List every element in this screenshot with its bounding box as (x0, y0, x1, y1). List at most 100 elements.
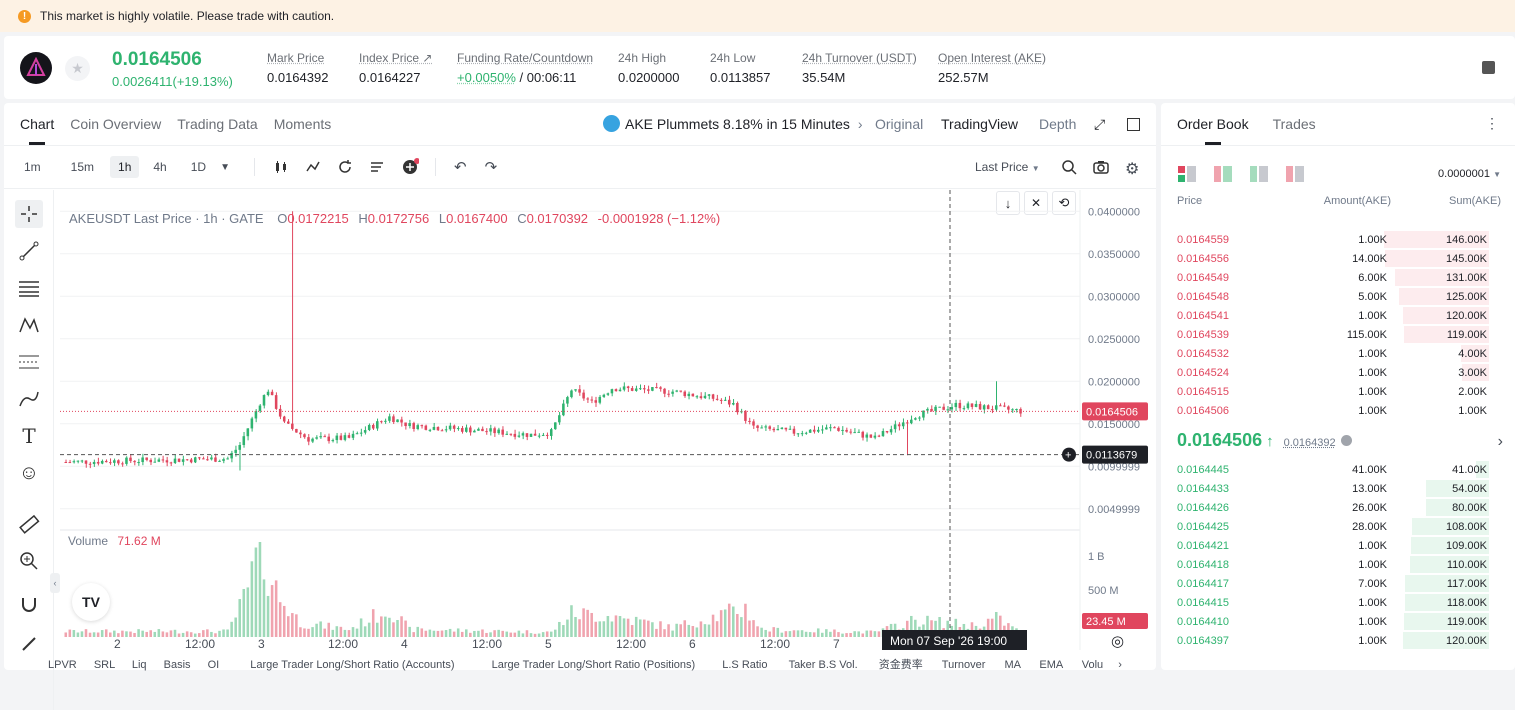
pencil-icon[interactable] (15, 630, 43, 658)
expand-icon[interactable]: ⤢ (1094, 116, 1105, 133)
brush-icon[interactable] (15, 385, 43, 413)
refresh-icon[interactable] (337, 159, 353, 175)
ask-row[interactable]: 0.0164532 1.00K 4.00K (1161, 344, 1501, 363)
candle-body (186, 459, 189, 460)
bid-row[interactable]: 0.0164421 1.00K 109.00K (1161, 536, 1501, 555)
ind-liq[interactable]: Liq (132, 659, 147, 671)
ind-lpvr[interactable]: LPVR (48, 659, 77, 671)
ask-row[interactable]: 0.0164515 1.00K 2.00K (1161, 382, 1501, 401)
bid-row[interactable]: 0.0164410 1.00K 119.00K (1161, 612, 1501, 631)
ask-row[interactable]: 0.0164539 115.00K 119.00K (1161, 325, 1501, 344)
bid-row[interactable]: 0.0164415 1.00K 118.00K (1161, 593, 1501, 612)
tf-15m[interactable]: 15m (63, 156, 102, 178)
settings-circle-icon[interactable]: ◎ (1111, 632, 1124, 650)
favorite-star-icon[interactable]: ★ (65, 56, 90, 81)
amount-cell: 1.00K (1358, 234, 1387, 246)
window-icon[interactable] (1127, 118, 1140, 131)
collapse-tools-button[interactable]: ‹ (50, 573, 60, 593)
ask-row[interactable]: 0.0164541 1.00K 120.00K (1161, 306, 1501, 325)
bid-row[interactable]: 0.0164425 28.00K 108.00K (1161, 517, 1501, 536)
candle-body (449, 426, 452, 430)
gear-icon[interactable]: ⚙ (1125, 159, 1139, 179)
ind-funding[interactable]: 资金费率 (879, 659, 923, 671)
search-icon[interactable] (1061, 159, 1077, 175)
template-icon[interactable] (369, 159, 385, 175)
tf-1d[interactable]: 1D (183, 156, 214, 178)
ind-lt-positions[interactable]: Large Trader Long/Short Ratio (Positions… (492, 659, 696, 671)
volume-bar (356, 629, 359, 637)
ind-volume[interactable]: Volu (1082, 659, 1103, 671)
ask-row[interactable]: 0.0164524 1.00K 3.00K (1161, 363, 1501, 382)
stat-funding-rate[interactable]: Funding Rate/Countdown +0.0050% / 00:06:… (457, 51, 593, 85)
text-tool-icon[interactable]: T (15, 422, 43, 450)
zoom-icon[interactable] (15, 547, 43, 575)
layout-asks-icon[interactable] (1286, 166, 1304, 182)
ind-basis[interactable]: Basis (164, 659, 191, 671)
tab-moments[interactable]: Moments (274, 103, 332, 145)
fib-icon[interactable] (15, 348, 43, 376)
trend-line-icon[interactable] (15, 237, 43, 265)
ind-ls-ratio[interactable]: L.S Ratio (722, 659, 767, 671)
tf-1m[interactable]: 1m (16, 156, 49, 178)
ind-ma[interactable]: MA (1004, 659, 1020, 671)
bid-row[interactable]: 0.0164417 7.00K 117.00K (1161, 574, 1501, 593)
tab-trading-data[interactable]: Trading Data (177, 103, 257, 145)
candle-body (663, 389, 666, 394)
ind-lt-accounts[interactable]: Large Trader Long/Short Ratio (Accounts) (250, 659, 454, 671)
ind-oi[interactable]: OI (208, 659, 220, 671)
view-depth[interactable]: Depth (1039, 116, 1076, 132)
bid-row[interactable]: 0.0164397 1.00K 120.00K (1161, 631, 1501, 650)
emoji-icon[interactable]: ☺ (15, 459, 43, 487)
ind-srl[interactable]: SRL (94, 659, 115, 671)
ind-taker-vol[interactable]: Taker B.S Vol. (789, 659, 858, 671)
crosshair-icon[interactable] (15, 200, 43, 228)
tab-chart[interactable]: Chart (20, 103, 54, 145)
add-indicator-icon[interactable] (401, 158, 419, 176)
chevron-right-icon[interactable]: › (1118, 659, 1122, 671)
tf-1h[interactable]: 1h (110, 156, 139, 178)
bid-row[interactable]: 0.0164418 1.00K 110.00K (1161, 555, 1501, 574)
candle-type-icon[interactable] (273, 159, 289, 175)
tab-order-book[interactable]: Order Book (1177, 103, 1249, 145)
ask-row[interactable]: 0.0164559 1.00K 146.00K (1161, 230, 1501, 249)
more-icon[interactable]: ⋮ (1485, 115, 1499, 132)
redo-icon[interactable]: ↷ (485, 158, 498, 176)
layout-split-icon[interactable] (1214, 166, 1232, 182)
mid-price-row[interactable]: 0.0164506 ↑ 0.0164392 › (1177, 430, 1503, 451)
ask-row[interactable]: 0.0164556 14.00K 145.00K (1161, 249, 1501, 268)
chevron-down-icon[interactable]: ▼ (220, 162, 230, 173)
stat-index-price[interactable]: Index Price ↗ 0.0164227 (359, 51, 432, 85)
price-type-select[interactable]: Last Price ▼ (975, 160, 1040, 174)
magnet-icon[interactable] (15, 590, 43, 618)
tab-coin-overview[interactable]: Coin Overview (70, 103, 161, 145)
precision-select[interactable]: 0.0000001 ▼ (1438, 168, 1501, 180)
news-ticker[interactable]: AKE Plummets 8.18% in 15 Minutes › (603, 115, 863, 132)
document-icon[interactable] (1482, 61, 1495, 74)
ask-row[interactable]: 0.0164548 5.00K 125.00K (1161, 287, 1501, 306)
layout-bids-icon[interactable] (1250, 166, 1268, 182)
indicators-icon[interactable] (305, 159, 321, 175)
bid-row[interactable]: 0.0164433 13.00K 54.00K (1161, 479, 1501, 498)
view-tradingview[interactable]: TradingView (941, 116, 1018, 132)
tab-trades[interactable]: Trades (1273, 103, 1316, 145)
bid-row[interactable]: 0.0164445 41.00K 41.00K (1161, 460, 1501, 479)
ind-turnover[interactable]: Turnover (942, 659, 986, 671)
tf-4h[interactable]: 4h (145, 156, 174, 178)
view-original[interactable]: Original (875, 116, 923, 132)
ind-ema[interactable]: EMA (1039, 659, 1062, 671)
ask-row[interactable]: 0.0164549 6.00K 131.00K (1161, 268, 1501, 287)
layout-both-icon[interactable] (1178, 166, 1196, 182)
candle-body (635, 388, 638, 390)
volume-bar (166, 632, 169, 637)
undo-icon[interactable]: ↶ (454, 158, 467, 176)
bid-row[interactable]: 0.0164426 26.00K 80.00K (1161, 498, 1501, 517)
ask-row[interactable]: 0.0164506 1.00K 1.00K (1161, 401, 1501, 420)
horizontal-lines-icon[interactable] (15, 274, 43, 302)
pattern-icon[interactable] (15, 311, 43, 339)
candlestick-chart[interactable]: 0.0400000 0.0350000 0.0300000 0.0250000 0.02… (60, 190, 1156, 650)
candle-body (857, 432, 860, 433)
camera-icon[interactable] (1093, 159, 1109, 175)
volume-bar (704, 624, 707, 637)
ruler-icon[interactable] (15, 510, 43, 538)
price-cell: 0.0164421 (1177, 540, 1229, 552)
